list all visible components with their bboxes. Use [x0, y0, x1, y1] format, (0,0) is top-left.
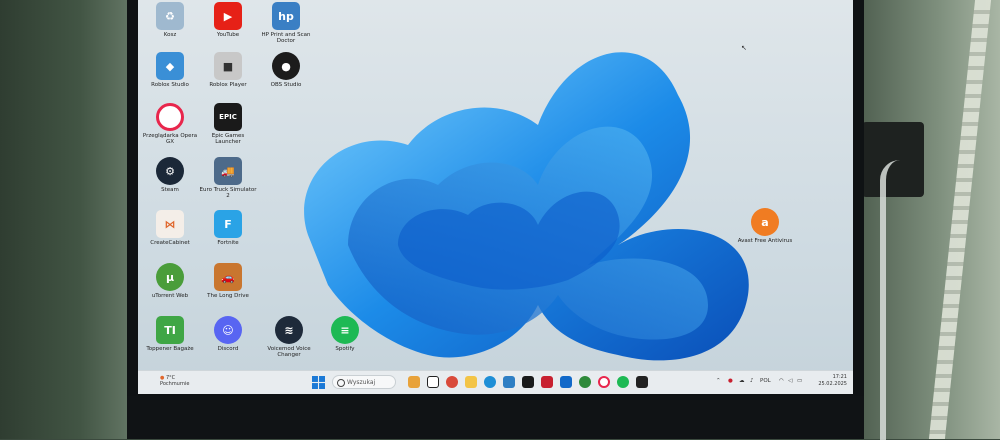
desktop-icon-label: Przeglądarka Opera GX: [142, 133, 198, 145]
taskbar-app-xbox-icon[interactable]: [579, 376, 591, 388]
desktop-icon-label: Spotify: [335, 346, 355, 352]
monitor-bottom-bezel: [127, 396, 864, 439]
cable: [880, 160, 904, 440]
clock-date: 25.02.2025: [818, 381, 847, 387]
taskbar-app-l-icon[interactable]: [427, 376, 439, 388]
tray-volume-icon[interactable]: ◁: [788, 378, 792, 384]
steam-icon: ⚙: [156, 157, 184, 185]
desktop-icon-voicemod[interactable]: ≋ Voicemod Voice Changer: [260, 316, 318, 358]
desktop-screen: ↖ ♻ Kosz ▶ YouTube hp HP Print and Scan …: [138, 0, 853, 394]
desktop-icon-label: Avast Free Antivirus: [737, 238, 793, 244]
desktop-icon-discord[interactable]: ☺ Discord: [199, 316, 257, 352]
fortnite-icon: F: [214, 210, 242, 238]
desktop-icon-opera-gx[interactable]: Przeglądarka Opera GX: [141, 103, 199, 145]
taskbar-app-file-explorer-icon[interactable]: [465, 376, 477, 388]
taskbar-app-mcafee-icon[interactable]: [541, 376, 553, 388]
desktop-icon-label: Euro Truck Simulator 2: [199, 187, 257, 199]
roblox-studio-icon: ◆: [156, 52, 184, 80]
desktop-icon-label: YouTube: [216, 32, 240, 38]
taskbar-app-spotify-icon[interactable]: [617, 376, 629, 388]
desktop-icon-euro-truck[interactable]: 🚚 Euro Truck Simulator 2: [199, 157, 257, 199]
desktop-icon-obs[interactable]: ● OBS Studio: [257, 52, 315, 88]
search-icon: [337, 379, 345, 387]
desktop-icon-label: uTorrent Web: [151, 293, 189, 299]
discord-icon: ☺: [214, 316, 242, 344]
taskbar-app-edge-icon[interactable]: [484, 376, 496, 388]
long-drive-icon: 🚗: [214, 263, 242, 291]
desktop-icon-label: The Long Drive: [207, 293, 249, 299]
share-network-icon: ⋈: [156, 210, 184, 238]
weather-desc: Pochmurnie: [160, 381, 190, 387]
taskbar-app-epic-icon[interactable]: [636, 376, 648, 388]
youtube-icon: ▶: [214, 2, 242, 30]
desktop-icon-createcabinet[interactable]: ⋈ CreateCabinet: [141, 210, 199, 246]
taskbar-app-l-dark-icon[interactable]: [522, 376, 534, 388]
voicemod-icon: ≋: [275, 316, 303, 344]
epic-games-icon: EPIC: [214, 103, 242, 131]
desktop-icon-label: Steam: [161, 187, 179, 193]
desktop-icon-toppener[interactable]: TI Toppener Bagaże: [141, 316, 199, 352]
taskbar-app-widgets-icon[interactable]: [408, 376, 420, 388]
taskbar-search[interactable]: Wyszukaj: [332, 375, 396, 389]
utorrent-icon: µ: [156, 263, 184, 291]
desktop-icon-youtube[interactable]: ▶ YouTube: [199, 2, 257, 38]
tray-battery-icon[interactable]: ▭: [797, 378, 802, 384]
taskbar-app-outlook-icon[interactable]: [560, 376, 572, 388]
desktop-icon-label: Kosz: [163, 32, 177, 38]
desktop-icon-roblox-player[interactable]: ■ Roblox Player: [199, 52, 257, 88]
weather-widget[interactable]: ● 7°C Pochmurnie: [160, 375, 189, 387]
desktop-icon-label: Discord: [217, 346, 239, 352]
desktop-icon-hp-doctor[interactable]: hp HP Print and Scan Doctor: [257, 2, 315, 44]
obs-icon: ●: [272, 52, 300, 80]
desktop-icon-avast[interactable]: a Avast Free Antivirus: [736, 208, 794, 244]
desktop-icon-label: Epic Games Launcher: [211, 133, 245, 145]
euro-truck-icon: 🚚: [214, 157, 242, 185]
desktop-icon-fortnite[interactable]: F Fortnite: [199, 210, 257, 246]
recycle-bin-icon: ♻: [156, 2, 184, 30]
desktop-icon-label: Voicemod Voice Changer: [267, 346, 311, 358]
desktop-icon-spotify[interactable]: ≡ Spotify: [316, 316, 374, 352]
hp-doctor-icon: hp: [272, 2, 300, 30]
taskbar-app-photos-icon[interactable]: [503, 376, 515, 388]
taskbar: ● 7°C Pochmurnie Wyszukaj ⌃ ● ☁ ♪ POL ◠ …: [138, 370, 853, 394]
search-placeholder: Wyszukaj: [347, 379, 376, 386]
taskbar-app-chrome-icon[interactable]: [446, 376, 458, 388]
desktop-icon-label: Toppener Bagaże: [146, 346, 194, 352]
desktop-icon-long-drive[interactable]: 🚗 The Long Drive: [199, 263, 257, 299]
desktop-icon-epic-games[interactable]: EPIC Epic Games Launcher: [199, 103, 257, 145]
desktop-icon-label: Roblox Studio: [151, 82, 189, 88]
opera-gx-icon: [156, 103, 184, 131]
desktop-icon-label: CreateCabinet: [150, 240, 190, 246]
start-button-icon[interactable]: [312, 376, 325, 389]
spotify-icon: ≡: [331, 316, 359, 344]
roblox-player-icon: ■: [214, 52, 242, 80]
desktop-icon-label: HP Print and Scan Doctor: [261, 32, 311, 44]
desktop-icon-steam[interactable]: ⚙ Steam: [141, 157, 199, 193]
desktop-icon-label: OBS Studio: [270, 82, 302, 88]
desktop-icon-roblox-studio[interactable]: ◆ Roblox Studio: [141, 52, 199, 88]
tray-mcafee-icon[interactable]: ●: [728, 378, 733, 384]
desktop-icon-label: Fortnite: [217, 240, 239, 246]
tray-wifi-icon[interactable]: ◠: [779, 378, 784, 384]
tray-microphone-icon[interactable]: ♪: [750, 378, 754, 384]
desktop-icon-label: Roblox Player: [209, 82, 247, 88]
avast-icon: a: [751, 208, 779, 236]
ti-icon: TI: [156, 316, 184, 344]
clock[interactable]: 17:21 25.02.2025: [818, 374, 847, 388]
clock-time: 17:21: [832, 374, 847, 380]
mouse-cursor-icon: ↖: [741, 44, 747, 52]
desktop-icon-utorrent[interactable]: µ uTorrent Web: [141, 263, 199, 299]
taskbar-app-opera-icon[interactable]: [598, 376, 610, 388]
tray-language[interactable]: POL: [760, 378, 771, 384]
desktop-icon-recycle-bin[interactable]: ♻ Kosz: [141, 2, 199, 38]
tray-chevron-up-icon[interactable]: ⌃: [716, 378, 721, 384]
tray-onedrive-icon[interactable]: ☁: [739, 378, 745, 384]
